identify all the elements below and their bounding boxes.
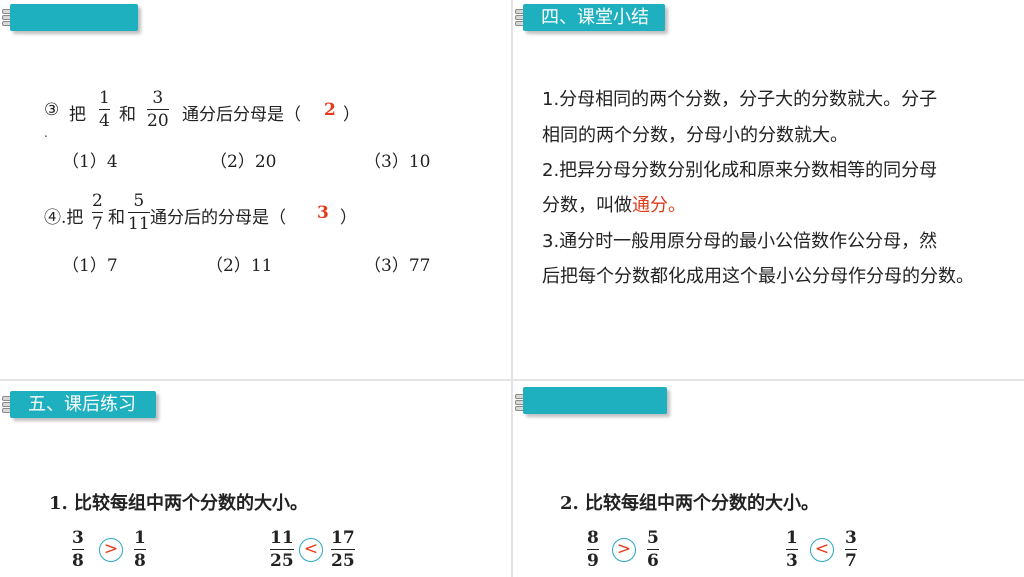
q4-option-1: （1）7	[62, 256, 118, 276]
fraction-1-3: 13	[786, 528, 798, 571]
fraction-17-25: 17 25	[331, 528, 355, 571]
fraction-3-8: 38	[72, 528, 84, 571]
slide-homework-1: 五、课后练习 1. 比较每组中两个分数的大小。 38 > 18 11 25 < 1…	[0, 381, 511, 577]
fraction-11-25: 11 25	[270, 528, 294, 571]
q3-prefix: 把	[69, 105, 86, 125]
denominator: 25	[331, 551, 355, 571]
section-banner: 四、课堂小结	[523, 4, 665, 31]
numerator: 2	[92, 191, 103, 211]
compare-sign-greater: >	[99, 538, 123, 562]
q3-answer: 2	[324, 100, 336, 120]
compare-sign-greater: >	[612, 538, 636, 562]
term-tongfen: 通分。	[632, 195, 686, 216]
fraction-3-7: 37	[845, 528, 857, 571]
numerator: 8	[587, 528, 599, 548]
numerator: 1	[786, 528, 798, 548]
q4-answer: 3	[317, 203, 329, 223]
question-title: 1. 比较每组中两个分数的大小。	[49, 493, 309, 514]
slide-homework-2: 2. 比较每组中两个分数的大小。 89 > 56 13 < 37	[513, 381, 1024, 577]
denominator: 11	[128, 214, 150, 234]
q3-option-2: （2）20	[210, 152, 277, 172]
q4-prefix: ④.把	[44, 208, 84, 228]
compare-sign-less: <	[810, 538, 834, 562]
fraction-5-6: 56	[647, 528, 659, 571]
numerator: 3	[845, 528, 857, 548]
q3-dot: .	[44, 126, 48, 140]
numerator: 1	[99, 88, 110, 108]
denominator: 3	[786, 551, 798, 571]
denominator: 9	[587, 551, 599, 571]
fraction-1-8: 18	[134, 528, 146, 571]
q3-fraction-2: 3 20	[147, 88, 169, 131]
q3-option-3: （3）10	[364, 152, 431, 172]
summary-line-4-text: 分数，叫做	[542, 195, 632, 216]
question-number-3: ③	[44, 100, 60, 120]
q4-close: ）	[340, 208, 357, 228]
numerator: 3	[72, 528, 84, 548]
summary-line-6: 后把每个分数都化成用这个最小公分母作分母的分数。	[542, 266, 974, 287]
summary-line-5: 3.通分时一般用原分母的最小公倍数作公分母，然	[542, 231, 938, 252]
q4-and: 和	[108, 208, 125, 228]
section-banner: 五、课后练习	[10, 391, 156, 418]
section-banner	[10, 4, 138, 31]
fraction-8-9: 89	[587, 528, 599, 571]
slide-exercise-questions: ③ 把 14 和 3 20 通分后分母是（ 2 ） . （1）4 （2）20 （3…	[0, 0, 511, 379]
q3-option-1: （1）4	[62, 152, 118, 172]
denominator: 8	[134, 551, 146, 571]
denominator: 7	[92, 214, 103, 234]
numerator: 5	[133, 191, 145, 211]
numerator: 3	[152, 88, 164, 108]
q3-fraction-1: 14	[99, 88, 110, 131]
summary-line-2: 相同的两个分数，分母小的分数就大。	[542, 125, 848, 146]
numerator: 5	[647, 528, 659, 548]
q4-option-3: （3）77	[364, 256, 431, 276]
denominator: 25	[270, 551, 294, 571]
q4-fraction-1: 27	[92, 191, 103, 234]
q3-and: 和	[119, 105, 136, 125]
denominator: 20	[147, 111, 169, 131]
q4-fraction-2: 5 11	[128, 191, 150, 234]
numerator: 17	[331, 528, 355, 548]
denominator: 8	[72, 551, 84, 571]
q3-text: 通分后分母是（	[182, 105, 301, 125]
q3-close: ）	[343, 105, 360, 125]
summary-line-3: 2.把异分母分数分别化成和原来分数相等的同分母	[542, 160, 938, 181]
denominator: 4	[99, 111, 110, 131]
section-banner	[523, 387, 667, 414]
numerator: 1	[134, 528, 146, 548]
q4-text: 通分后的分母是（	[150, 208, 286, 228]
q4-option-2: （2）11	[206, 256, 273, 276]
summary-line-4: 分数，叫做通分。	[542, 188, 686, 224]
numerator: 11	[270, 528, 294, 548]
question-title: 2. 比较每组中两个分数的大小。	[560, 493, 820, 514]
denominator: 6	[647, 551, 659, 571]
slide-class-summary: 四、课堂小结 1.分母相同的两个分数，分子大的分数就大。分子 相同的两个分数，分…	[513, 0, 1024, 379]
compare-sign-less: <	[299, 538, 323, 562]
summary-line-1: 1.分母相同的两个分数，分子大的分数就大。分子	[542, 89, 938, 110]
denominator: 7	[845, 551, 857, 571]
